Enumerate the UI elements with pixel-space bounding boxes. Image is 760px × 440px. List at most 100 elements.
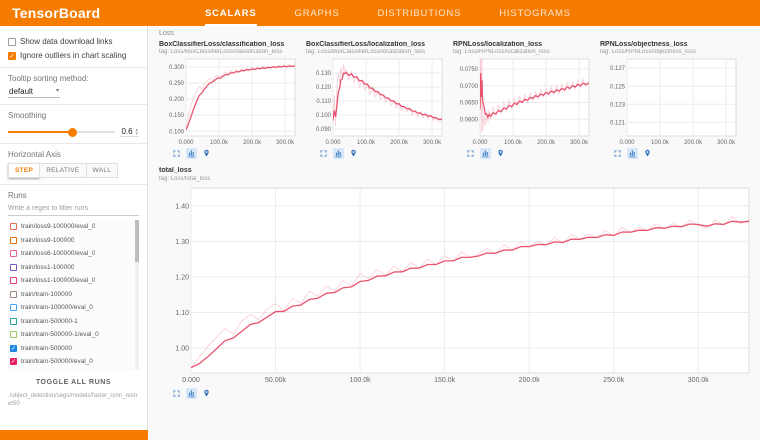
svg-text:0.000: 0.000 bbox=[619, 140, 635, 146]
chart-tag: tag: Loss/RPNLoss/localization_loss bbox=[453, 49, 592, 55]
scalar-line-chart: 0.1000.1500.2000.2500.3000.000100.0k200.… bbox=[159, 56, 298, 146]
run-checkbox[interactable] bbox=[10, 277, 17, 284]
tooltip-sorting-dropdown[interactable]: default ▾ bbox=[8, 86, 60, 98]
svg-text:250.0k: 250.0k bbox=[603, 377, 625, 384]
run-label: train/loss1-100000/eval_0 bbox=[21, 277, 95, 284]
fullscreen-icon[interactable] bbox=[318, 148, 329, 159]
svg-text:0.100: 0.100 bbox=[316, 113, 332, 119]
run-checkbox[interactable]: ✓ bbox=[10, 345, 17, 352]
ignore-outliers-label: Ignore outliers in chart scaling bbox=[20, 51, 126, 61]
run-row[interactable]: train/train-100000 bbox=[8, 288, 133, 302]
ignore-outliers-checkbox[interactable]: Ignore outliers in chart scaling bbox=[8, 51, 139, 61]
smoothing-slider-handle[interactable] bbox=[68, 128, 77, 137]
run-label: train/train-500000 bbox=[21, 345, 72, 352]
toggle-all-runs-button[interactable]: TOGGLE ALL RUNS bbox=[8, 375, 139, 390]
svg-text:0.000: 0.000 bbox=[325, 140, 341, 146]
fullscreen-icon[interactable] bbox=[171, 148, 182, 159]
fullscreen-icon[interactable] bbox=[171, 388, 182, 399]
checkbox-checked-icon[interactable] bbox=[8, 52, 16, 60]
chart-toolbar bbox=[600, 148, 739, 159]
svg-text:50.00k: 50.00k bbox=[265, 377, 287, 384]
smoothing-slider[interactable] bbox=[8, 131, 115, 133]
run-checkbox[interactable] bbox=[10, 291, 17, 298]
runs-filter-input[interactable] bbox=[8, 202, 139, 216]
fullscreen-icon[interactable] bbox=[465, 148, 476, 159]
axis-relative-button[interactable]: RELATIVE bbox=[40, 163, 86, 178]
axis-step-button[interactable]: STEP bbox=[8, 163, 40, 178]
svg-text:1.30: 1.30 bbox=[175, 239, 189, 246]
svg-text:0.000: 0.000 bbox=[472, 140, 488, 146]
pin-icon[interactable] bbox=[495, 148, 506, 159]
pin-icon[interactable] bbox=[201, 388, 212, 399]
svg-text:300.0k: 300.0k bbox=[276, 140, 295, 146]
run-row[interactable]: ✓ train/train-500000/eval_0 bbox=[8, 355, 133, 369]
chart-title: BoxClassifierLoss/localization_loss bbox=[306, 41, 445, 49]
smoothing-value-input[interactable]: 0.6 ▴▾ bbox=[120, 127, 139, 137]
run-row[interactable]: ✓ train/train-500000 bbox=[8, 342, 133, 356]
svg-text:0.000: 0.000 bbox=[178, 140, 194, 146]
divider bbox=[0, 143, 147, 144]
chart-title: BoxClassifierLoss/classification_loss bbox=[159, 41, 298, 49]
scalar-line-chart: 0.1210.1230.1250.1270.000100.0k200.0k300… bbox=[600, 56, 739, 146]
run-row[interactable]: train/loss9-100000 bbox=[8, 234, 133, 248]
horizontal-axis-toggle: STEP RELATIVE WALL bbox=[8, 163, 139, 178]
run-row[interactable]: train/loss6-100000/eval_0 bbox=[8, 247, 133, 261]
show-download-links-label: Show data download links bbox=[20, 37, 113, 47]
chart-card-box-classifier-classification-loss: BoxClassifierLoss/classification_loss ta… bbox=[159, 41, 298, 159]
tab-distributions[interactable]: DISTRIBUTIONS bbox=[377, 0, 461, 26]
run-row[interactable]: train/loss1-100000/eval_0 bbox=[8, 274, 133, 288]
svg-text:100.0k: 100.0k bbox=[357, 140, 376, 146]
run-checkbox[interactable] bbox=[10, 318, 17, 325]
svg-text:0.000: 0.000 bbox=[182, 377, 200, 384]
svg-text:0.200: 0.200 bbox=[169, 98, 185, 104]
show-download-links-checkbox[interactable]: Show data download links bbox=[8, 37, 139, 47]
run-checkbox[interactable] bbox=[10, 264, 17, 271]
svg-text:0.0700: 0.0700 bbox=[460, 84, 479, 90]
svg-text:300.0k: 300.0k bbox=[688, 377, 710, 384]
view-data-icon[interactable] bbox=[333, 148, 344, 159]
view-data-icon[interactable] bbox=[480, 148, 491, 159]
tab-graphs[interactable]: GRAPHS bbox=[295, 0, 340, 26]
run-row[interactable]: train/loss1-100000 bbox=[8, 261, 133, 275]
axis-wall-button[interactable]: WALL bbox=[87, 163, 119, 178]
pin-icon[interactable] bbox=[201, 148, 212, 159]
runs-scrollbar-thumb[interactable] bbox=[135, 220, 139, 262]
chart-card-total-loss: total_loss tag: Loss/total_loss 1.001.10… bbox=[159, 167, 760, 398]
run-row[interactable]: train/train-100000/eval_0 bbox=[8, 301, 133, 315]
pin-icon[interactable] bbox=[348, 148, 359, 159]
chart-toolbar bbox=[159, 148, 298, 159]
run-checkbox[interactable] bbox=[10, 223, 17, 230]
run-row[interactable]: train/train-500000-1/eval_0 bbox=[8, 328, 133, 342]
run-checkbox[interactable] bbox=[10, 304, 17, 311]
run-label: train/train-500000-1 bbox=[21, 318, 78, 325]
svg-text:0.121: 0.121 bbox=[610, 121, 626, 127]
scalars-dashboard: Loss BoxClassifierLoss/classification_lo… bbox=[149, 26, 760, 440]
fullscreen-icon[interactable] bbox=[612, 148, 623, 159]
tab-histograms[interactable]: HISTOGRAMS bbox=[499, 0, 571, 26]
bottom-orange-bar bbox=[0, 430, 148, 440]
scalar-line-chart: 0.0900.1000.1100.1200.1300.000100.0k200.… bbox=[306, 56, 445, 146]
svg-text:100.0k: 100.0k bbox=[350, 377, 372, 384]
view-data-icon[interactable] bbox=[186, 388, 197, 399]
checkbox-unchecked-icon[interactable] bbox=[8, 38, 16, 46]
runs-scrollbar[interactable] bbox=[135, 220, 139, 370]
view-data-icon[interactable] bbox=[186, 148, 197, 159]
pin-icon[interactable] bbox=[642, 148, 653, 159]
chart-tag: tag: Loss/total_loss bbox=[159, 176, 760, 182]
run-checkbox[interactable] bbox=[10, 250, 17, 257]
view-data-icon[interactable] bbox=[627, 148, 638, 159]
run-checkbox[interactable] bbox=[10, 237, 17, 244]
smoothing-value: 0.6 bbox=[121, 127, 135, 136]
run-row[interactable]: train/train-500000-1 bbox=[8, 315, 133, 329]
settings-sidebar: Show data download links Ignore outliers… bbox=[0, 26, 148, 430]
chart-tag: tag: Loss/RPNLoss/objectness_loss bbox=[600, 49, 739, 55]
chart-tag: tag: Loss/BoxClassifierLoss/localization… bbox=[306, 49, 445, 55]
svg-text:0.090: 0.090 bbox=[316, 127, 332, 133]
tab-scalars[interactable]: SCALARS bbox=[205, 0, 257, 26]
svg-text:200.0k: 200.0k bbox=[519, 377, 541, 384]
run-checkbox[interactable] bbox=[10, 331, 17, 338]
run-checkbox[interactable]: ✓ bbox=[10, 358, 17, 365]
logdir-path: ./object_detection/segs/models/faster_rc… bbox=[8, 393, 139, 409]
run-row[interactable]: train/loss9-100000/eval_0 bbox=[8, 220, 133, 234]
stepper-arrows-icon[interactable]: ▴▾ bbox=[135, 128, 138, 136]
